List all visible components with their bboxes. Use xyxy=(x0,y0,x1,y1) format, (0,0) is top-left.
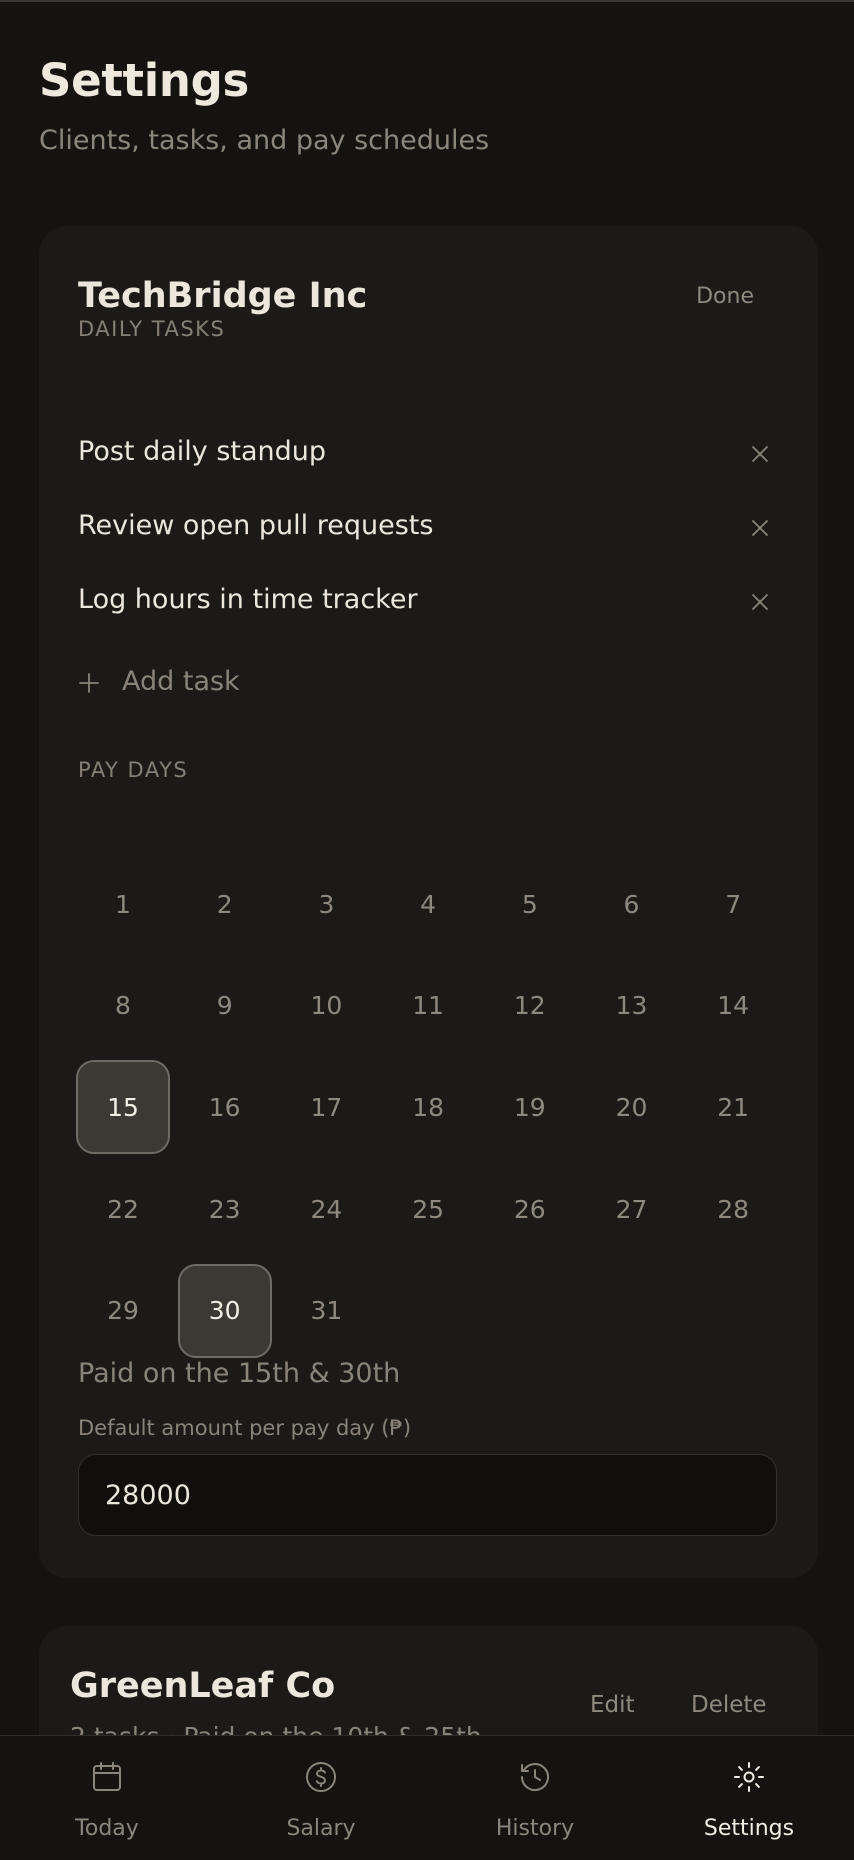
delete-button[interactable]: Delete xyxy=(691,1692,767,1718)
currency-icon xyxy=(303,1759,339,1795)
pay-day-26[interactable]: 26 xyxy=(483,1162,577,1256)
pay-day-1[interactable]: 1 xyxy=(76,857,170,951)
status-divider xyxy=(0,0,854,2)
paid-summary: Paid on the 15th & 30th xyxy=(78,1358,401,1389)
pay-day-23[interactable]: 23 xyxy=(178,1162,272,1256)
task-text[interactable]: Post daily standup xyxy=(78,436,326,467)
client-name: TechBridge Inc xyxy=(78,276,368,316)
client-card-editing: TechBridge Inc Done DAILY TASKS Post dai… xyxy=(39,226,818,1578)
pay-day-10[interactable]: 10 xyxy=(279,959,373,1053)
remove-task-icon[interactable] xyxy=(750,444,770,464)
pay-day-24[interactable]: 24 xyxy=(279,1162,373,1256)
calendar-icon xyxy=(89,1759,125,1795)
page-title: Settings xyxy=(39,54,250,107)
remove-task-icon[interactable] xyxy=(750,592,770,612)
pay-day-11[interactable]: 11 xyxy=(381,959,475,1053)
task-row: Post daily standup xyxy=(78,426,770,486)
task-row: Review open pull requests xyxy=(78,500,770,560)
pay-days-label: PAY DAYS xyxy=(78,758,189,782)
add-task-label: Add task xyxy=(122,666,240,697)
pay-day-25[interactable]: 25 xyxy=(381,1162,475,1256)
pay-day-17[interactable]: 17 xyxy=(279,1060,373,1154)
tab-settings[interactable]: Settings xyxy=(642,1736,854,1860)
client-name: GreenLeaf Co xyxy=(70,1666,336,1706)
amount-label: Default amount per pay day (₱) xyxy=(78,1416,412,1440)
pay-day-19[interactable]: 19 xyxy=(483,1060,577,1154)
pay-day-3[interactable]: 3 xyxy=(279,857,373,951)
amount-input[interactable]: 28000 xyxy=(78,1454,777,1536)
daily-tasks-label: DAILY TASKS xyxy=(78,317,226,341)
tab-label: History xyxy=(495,1816,575,1841)
pay-day-30[interactable]: 30 xyxy=(177,1263,272,1358)
page-subtitle: Clients, tasks, and pay schedules xyxy=(39,125,490,156)
sun-gear-icon xyxy=(731,1759,767,1795)
settings-screen: Settings Clients, tasks, and pay schedul… xyxy=(0,0,854,1860)
pay-day-13[interactable]: 13 xyxy=(585,959,679,1053)
pay-day-16[interactable]: 16 xyxy=(178,1060,272,1154)
pay-day-8[interactable]: 8 xyxy=(76,959,170,1053)
pay-day-27[interactable]: 27 xyxy=(585,1162,679,1256)
pay-day-12[interactable]: 12 xyxy=(483,959,577,1053)
tab-label: Settings xyxy=(703,1816,795,1841)
pay-day-6[interactable]: 6 xyxy=(585,857,679,951)
tab-today[interactable]: Today xyxy=(0,1736,214,1860)
tab-bar: Today Salary History Settings xyxy=(0,1735,854,1860)
task-row: Log hours in time tracker xyxy=(78,574,770,634)
tab-label: Salary xyxy=(286,1816,356,1841)
pay-day-28[interactable]: 28 xyxy=(686,1162,780,1256)
pay-day-15[interactable]: 15 xyxy=(76,1060,170,1155)
pay-day-5[interactable]: 5 xyxy=(483,857,577,951)
pay-day-21[interactable]: 21 xyxy=(686,1060,780,1154)
remove-task-icon[interactable] xyxy=(750,518,770,538)
pay-day-29[interactable]: 29 xyxy=(76,1264,170,1358)
task-text[interactable]: Log hours in time tracker xyxy=(78,584,418,615)
pay-day-31[interactable]: 31 xyxy=(279,1264,373,1358)
plus-icon xyxy=(79,673,99,693)
edit-button[interactable]: Edit xyxy=(590,1692,635,1718)
pay-day-14[interactable]: 14 xyxy=(686,959,780,1053)
tab-salary[interactable]: Salary xyxy=(214,1736,428,1860)
tab-label: Today xyxy=(75,1816,139,1841)
pay-day-22[interactable]: 22 xyxy=(76,1162,170,1256)
tab-history[interactable]: History xyxy=(428,1736,642,1860)
pay-day-9[interactable]: 9 xyxy=(178,959,272,1053)
pay-day-20[interactable]: 20 xyxy=(585,1060,679,1154)
history-icon xyxy=(517,1759,553,1795)
task-text[interactable]: Review open pull requests xyxy=(78,510,433,541)
done-button[interactable]: Done xyxy=(696,284,754,309)
pay-day-2[interactable]: 2 xyxy=(178,857,272,951)
pay-day-4[interactable]: 4 xyxy=(381,857,475,951)
pay-day-18[interactable]: 18 xyxy=(381,1060,475,1154)
pay-day-7[interactable]: 7 xyxy=(686,857,780,951)
